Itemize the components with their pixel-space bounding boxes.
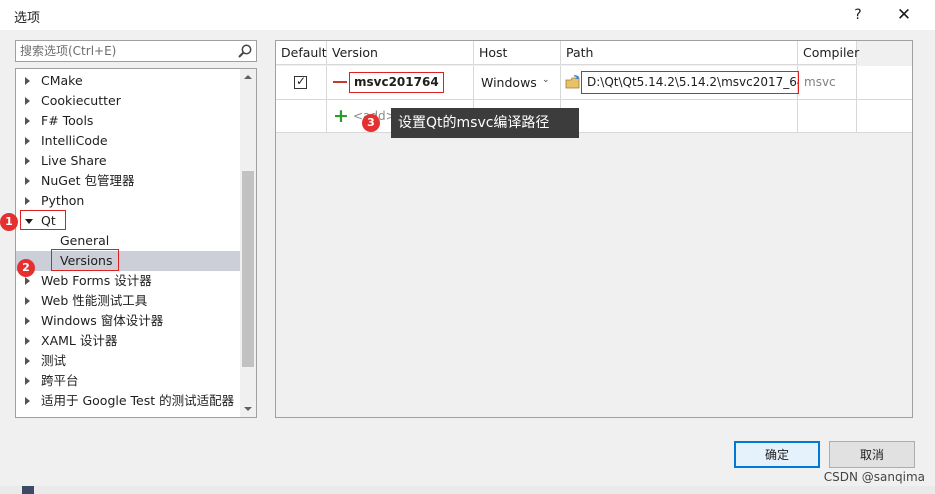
version-name[interactable]: msvc201764 [349, 72, 444, 93]
tree-item-label: Cookiecutter [41, 93, 121, 108]
tree-item-label: General [60, 233, 110, 248]
column-header-default[interactable]: Default [276, 41, 327, 65]
tree-item-label: Python [41, 193, 85, 208]
tree-item-label: 跨平台 [41, 373, 79, 388]
add-row-compiler-cell [798, 100, 857, 133]
search-input[interactable] [16, 41, 226, 61]
default-cell: ✓ [276, 66, 327, 100]
tree-item-xaml[interactable]: XAML 设计器 [16, 331, 240, 351]
tree-item-label: Live Share [41, 153, 107, 168]
tree-item-cross-platform[interactable]: 跨平台 [16, 371, 240, 391]
annotation-marker-1: 1 [0, 213, 18, 231]
column-header-path[interactable]: Path [561, 41, 798, 65]
add-row-default-cell [276, 100, 327, 133]
help-button[interactable]: ? [846, 4, 870, 26]
tree-item-label: Windows 窗体设计器 [41, 313, 164, 328]
column-header-version[interactable]: Version [327, 41, 474, 65]
column-header-host[interactable]: Host [474, 41, 561, 65]
expand-arrow-icon[interactable] [25, 277, 30, 285]
folder-icon[interactable] [565, 74, 581, 90]
tree-item-google-test[interactable]: 适用于 Google Test 的测试适配器 [16, 391, 240, 411]
search-box [15, 40, 257, 62]
tree-item-web-forms[interactable]: Web Forms 设计器 [16, 271, 240, 291]
expand-arrow-icon[interactable] [25, 397, 30, 405]
taskbar-accent [22, 486, 34, 494]
add-row-path-cell [561, 100, 798, 133]
table-row: ✓ msvc201764 Windows ⌄ D:\Qt\Qt5.14.2\5.… [276, 66, 912, 100]
tree-item-live-share[interactable]: Live Share [16, 151, 240, 171]
tree-item-test[interactable]: 测试 [16, 351, 240, 371]
tree-item-winforms[interactable]: Windows 窗体设计器 [16, 311, 240, 331]
path-value[interactable]: D:\Qt\Qt5.14.2\5.14.2\msvc2017_64 [581, 71, 799, 94]
watermark: CSDN @sanqima [823, 470, 925, 484]
tree-item-label: CMake [41, 73, 83, 88]
expand-arrow-icon[interactable] [25, 197, 30, 205]
expand-arrow-icon[interactable] [25, 117, 30, 125]
annotation-marker-2: 2 [17, 259, 35, 277]
cancel-button[interactable]: 取消 [829, 441, 915, 468]
tree-item-web-perf[interactable]: Web 性能测试工具 [16, 291, 240, 311]
expand-arrow-icon[interactable] [25, 357, 30, 365]
expand-arrow-icon[interactable] [25, 77, 30, 85]
expand-arrow-icon[interactable] [25, 317, 30, 325]
check-icon: ✓ [296, 74, 307, 88]
tree-item-label: XAML 设计器 [41, 333, 118, 348]
spare-cell [857, 66, 912, 100]
tree-item-label: Web Forms 设计器 [41, 273, 152, 288]
expand-arrow-icon[interactable] [25, 377, 30, 385]
tree-item-qt-general[interactable]: General [16, 231, 240, 251]
expand-arrow-icon[interactable] [25, 177, 30, 185]
taskbar-strip [0, 486, 935, 494]
title-bar: 选项 ? ✕ [0, 0, 935, 30]
host-cell[interactable]: Windows ⌄ [474, 66, 561, 100]
tree-item-intellicode[interactable]: IntelliCode [16, 131, 240, 151]
ok-button[interactable]: 确定 [734, 441, 820, 468]
tree-item-label: 测试 [41, 353, 67, 368]
scroll-thumb[interactable] [242, 171, 254, 367]
tree-item-label: 适用于 Google Test 的测试适配器 [41, 393, 235, 408]
tree-item-cmake[interactable]: CMake [16, 71, 240, 91]
tree-item-cookiecutter[interactable]: Cookiecutter [16, 91, 240, 111]
highlight-box-versions [51, 249, 119, 271]
window-title: 选项 [14, 11, 41, 26]
tree-item-qt-versions[interactable]: Versions [16, 251, 240, 271]
version-cell: msvc201764 [327, 66, 474, 100]
column-header-compiler[interactable]: Compiler [798, 41, 859, 65]
expand-arrow-icon[interactable] [25, 337, 30, 345]
chevron-down-icon[interactable]: ⌄ [542, 75, 550, 85]
compiler-value: msvc [804, 75, 836, 89]
default-checkbox[interactable]: ✓ [294, 74, 307, 89]
host-value: Windows [481, 75, 537, 90]
expand-arrow-icon[interactable] [25, 97, 30, 105]
annotation-marker-3: 3 [362, 114, 380, 132]
close-button[interactable]: ✕ [892, 3, 916, 27]
remove-version-icon[interactable] [333, 81, 347, 83]
scroll-down-icon[interactable] [244, 407, 252, 411]
search-icon[interactable] [237, 43, 253, 59]
tree-item-nuget[interactable]: NuGet 包管理器 [16, 171, 240, 191]
add-icon[interactable]: + [333, 106, 349, 126]
expand-arrow-icon[interactable] [25, 137, 30, 145]
annotation-tooltip: 设置Qt的msvc编译路径 [391, 108, 579, 138]
tree-item-python[interactable]: Python [16, 191, 240, 211]
tree-scrollbar[interactable] [240, 69, 256, 417]
highlight-box-qt [20, 210, 66, 230]
path-cell: D:\Qt\Qt5.14.2\5.14.2\msvc2017_64 [561, 66, 799, 100]
tree-item-fsharp-tools[interactable]: F# Tools [16, 111, 240, 131]
add-row-spare-cell [857, 100, 912, 133]
tree-item-label: F# Tools [41, 113, 94, 128]
tree-item-label: Web 性能测试工具 [41, 293, 148, 308]
expand-arrow-icon[interactable] [25, 157, 30, 165]
versions-table: Default Version Host Path Compiler ✓ msv… [275, 40, 913, 418]
scroll-up-icon[interactable] [244, 75, 252, 79]
compiler-cell: msvc [798, 66, 857, 100]
tree-item-label: IntelliCode [41, 133, 108, 148]
expand-arrow-icon[interactable] [25, 297, 30, 305]
tree-item-label: NuGet 包管理器 [41, 173, 135, 188]
options-tree: CMake Cookiecutter F# Tools IntelliCode … [15, 68, 257, 418]
